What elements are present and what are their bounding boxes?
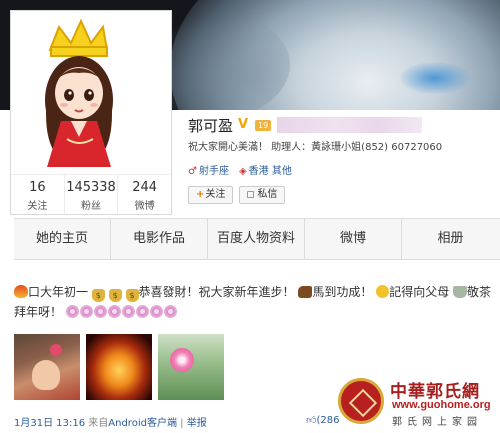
message-button[interactable]: 私信	[239, 186, 286, 204]
flower-icon	[107, 305, 121, 318]
post-images	[14, 334, 224, 400]
flower-icon	[79, 305, 93, 318]
post-image-thumb[interactable]	[14, 334, 80, 400]
thumb-child	[32, 360, 60, 390]
profile-tag[interactable]: ◈ 香港 其他	[239, 162, 292, 177]
stat-followers-label: 粉丝	[81, 201, 101, 212]
zodiac-tag: 射手座	[198, 166, 229, 177]
post-text-seg: 口大年初一	[28, 285, 89, 299]
message-icon	[247, 191, 255, 198]
profile-actions: +关注 私信	[188, 186, 286, 204]
stat-posts[interactable]: 244 微博	[118, 175, 171, 214]
profile-bio: 祝大家開心美滿！ 助理人：黃詠珊小姐(852) 60727060	[188, 142, 443, 153]
tea-cup-icon	[453, 286, 468, 298]
watermark-url: www.guohome.org	[392, 399, 491, 411]
watermark-seal-logo	[338, 378, 384, 424]
flower-icon	[135, 305, 149, 318]
stat-following[interactable]: 16 关注	[11, 175, 65, 214]
level-badge[interactable]: 19	[255, 119, 272, 131]
fortune-bag-icon: $	[108, 289, 122, 302]
zodiac-icon: ♂	[188, 166, 197, 177]
post-text-seg: 敬茶	[467, 285, 492, 299]
follow-button[interactable]: +关注	[188, 186, 234, 204]
stat-following-count: 16	[29, 180, 46, 195]
plus-icon: +	[196, 189, 205, 200]
profile-tabs: 她的主页 电影作品 百度人物资料 微博 相册	[14, 218, 500, 260]
post-meta: 1月31日 13:16 来自Android客户端 | 举报	[14, 414, 207, 429]
meta-separator: |	[180, 418, 184, 429]
post-text-seg: 恭喜發財！祝大家新年進步！	[138, 285, 295, 299]
post-date-link[interactable]: 1月31日 13:16	[14, 418, 85, 429]
watermark-subtitle: 郭氏网上家园	[392, 417, 482, 428]
post-text-seg: 拜年呀！	[14, 305, 63, 319]
stat-posts-label: 微博	[134, 201, 155, 212]
flower-icon	[93, 305, 107, 318]
location-pin-icon: ◈	[238, 166, 247, 177]
stat-posts-count: 244	[132, 180, 158, 195]
redacted-area	[277, 117, 423, 133]
fortune-bag-icon: $	[125, 289, 139, 302]
post-text-seg: 記得向父母	[389, 285, 450, 299]
post-source-link[interactable]: Android客户端	[108, 418, 177, 429]
tab-weibo[interactable]: 微博	[305, 219, 402, 259]
flower-icon	[149, 305, 163, 318]
profile-tags: ♂ 射手座 ◈ 香港 其他	[188, 162, 292, 177]
tab-films[interactable]: 电影作品	[111, 219, 208, 259]
follow-label: 关注	[205, 189, 226, 200]
post-image-thumb[interactable]	[158, 334, 224, 400]
post-text-seg: 馬到功成！	[312, 285, 373, 299]
avatar[interactable]	[15, 15, 167, 172]
stat-following-label: 关注	[27, 201, 48, 212]
location-tag: 香港 其他	[248, 166, 292, 177]
tab-baidu-profile[interactable]: 百度人物资料	[208, 219, 305, 259]
like-thumb-icon: 👍︎	[306, 415, 317, 426]
profile-tag[interactable]: ♂ 射手座	[188, 162, 229, 177]
verified-v-icon[interactable]: V	[238, 118, 252, 132]
cover-highlight	[400, 62, 470, 94]
firecracker-icon	[14, 285, 28, 298]
smile-face-icon	[376, 285, 390, 298]
flower-icon	[121, 305, 135, 318]
like-button[interactable]: 👍︎(286	[306, 414, 339, 426]
avatar-card: 16 关注 145338 粉丝 244 微博	[10, 10, 172, 215]
weibo-post: 口大年初一 $ $ $ 恭喜發財！祝大家新年進步！ 馬到功成！ 記得向父母 敬茶 …	[14, 282, 494, 400]
thumb-flower	[50, 344, 62, 356]
fortune-bag-icon: $	[91, 289, 105, 302]
report-link[interactable]: 举报	[187, 418, 207, 429]
like-count: 286	[320, 415, 340, 426]
tab-home[interactable]: 她的主页	[14, 219, 111, 259]
tab-album[interactable]: 相册	[402, 219, 499, 259]
site-watermark: 中華郭氏網 www.guohome.org 郭氏网上家园	[338, 376, 496, 430]
avatar-illustration	[45, 18, 113, 167]
message-label: 私信	[257, 189, 278, 200]
profile-name: 郭可盈	[188, 116, 234, 135]
thumb-flower	[170, 348, 194, 372]
horse-icon	[298, 286, 313, 298]
post-from-label: 来自	[88, 418, 109, 429]
flower-icon	[163, 305, 177, 318]
flower-icon	[65, 305, 79, 318]
stat-followers[interactable]: 145338 粉丝	[65, 175, 119, 214]
post-text: 口大年初一 $ $ $ 恭喜發財！祝大家新年進步！ 馬到功成！ 記得向父母 敬茶 …	[14, 282, 494, 322]
stat-followers-count: 145338	[66, 180, 116, 195]
post-image-thumb[interactable]	[86, 334, 152, 400]
stats-bar: 16 关注 145338 粉丝 244 微博	[11, 174, 171, 214]
profile-name-row: 郭可盈 V 19	[188, 115, 423, 135]
